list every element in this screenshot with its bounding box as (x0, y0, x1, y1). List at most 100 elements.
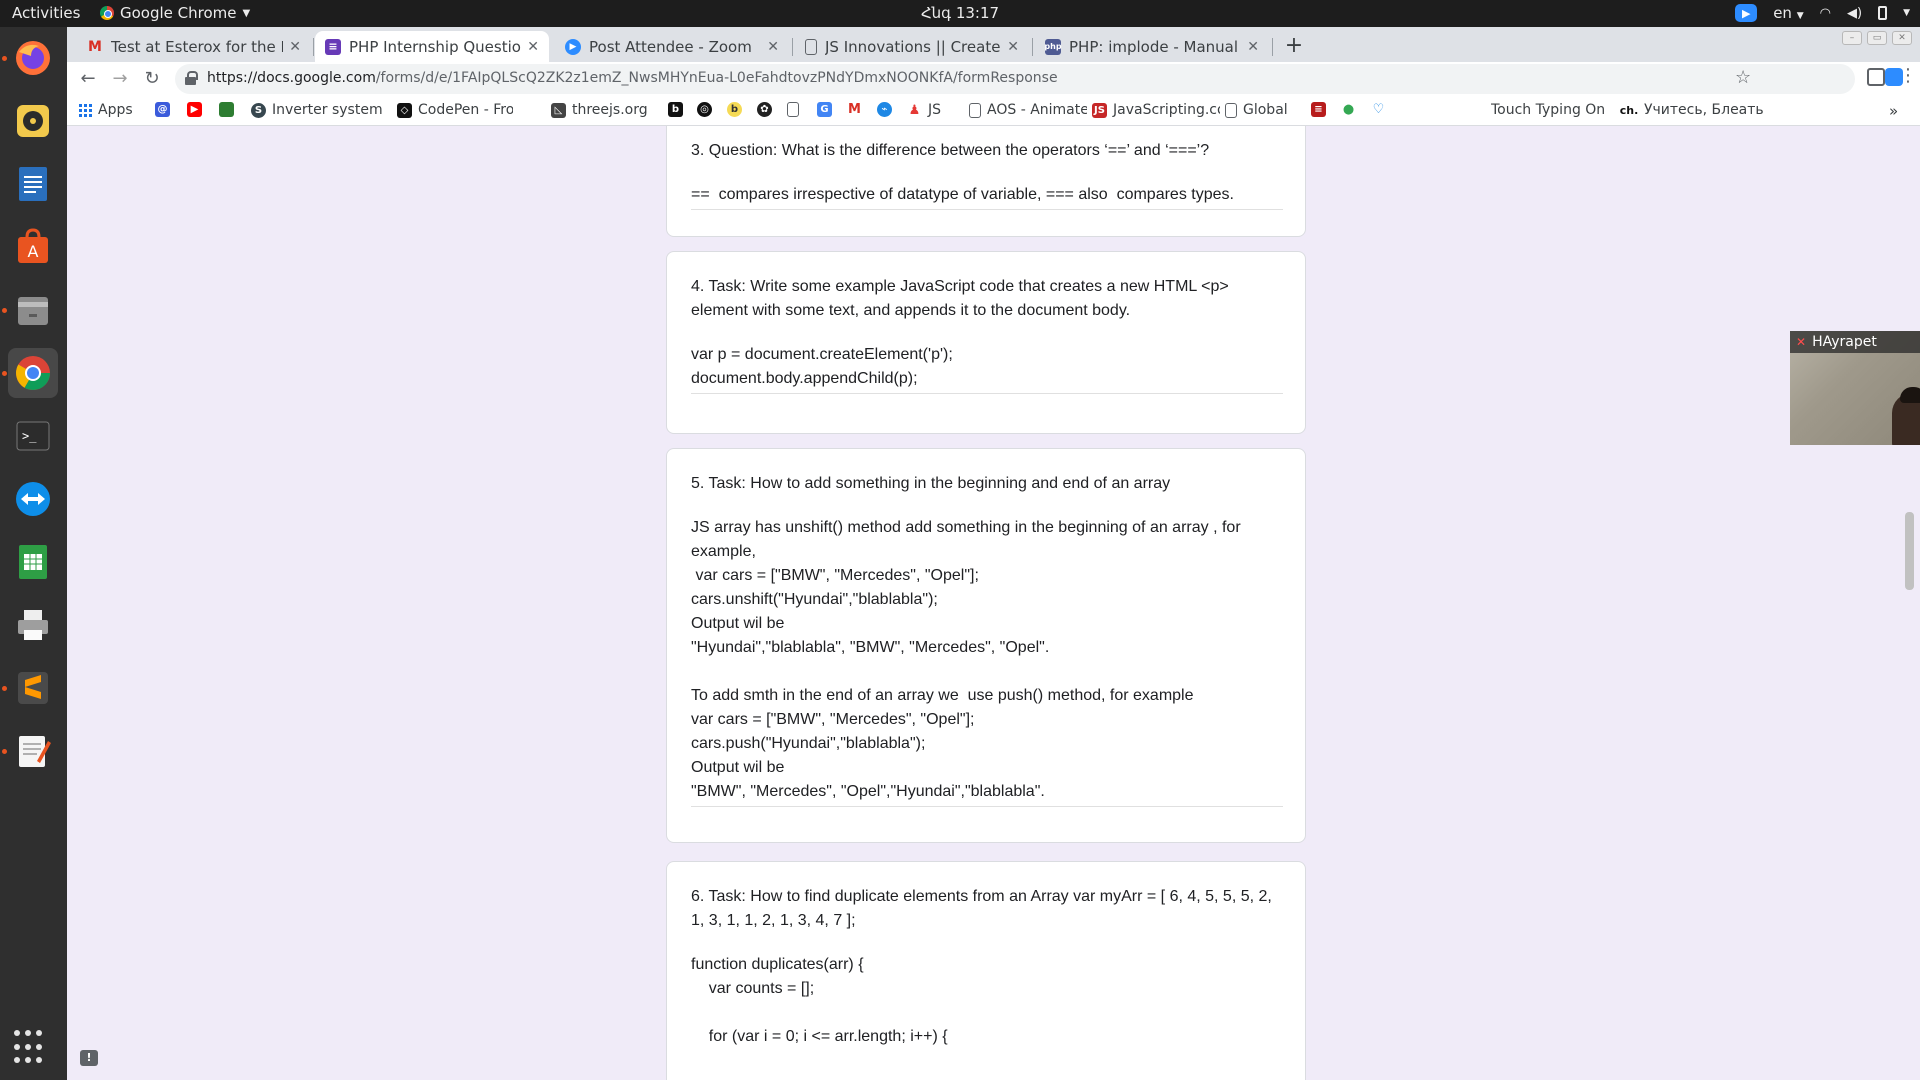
translate-icon: G (817, 102, 832, 117)
language-indicator[interactable]: en ▼ (1773, 4, 1803, 22)
volume-icon[interactable]: ◀) (1847, 6, 1862, 21)
bookmark-circle[interactable]: ◎ (697, 102, 712, 117)
question-title: 4. Task: Write some example JavaScript c… (691, 278, 1229, 319)
power-menu-chevron-icon[interactable]: ▼ (1903, 8, 1910, 18)
image-icon (219, 102, 234, 117)
wifi-icon[interactable]: ◠ (1820, 6, 1831, 21)
close-icon[interactable]: ✕ (767, 39, 779, 55)
bookmark-maps[interactable]: ● (1341, 102, 1356, 117)
bookmark-image[interactable] (219, 102, 234, 117)
new-tab-button[interactable]: + (1280, 32, 1308, 60)
bookmark-label: AOS - Animate o (987, 102, 1087, 118)
bookmark-page[interactable] (787, 102, 799, 117)
babel-icon: b (727, 102, 742, 117)
bookmark-babel[interactable]: b (727, 102, 742, 117)
running-indicator (2, 308, 7, 313)
system-tray[interactable]: ▶ en ▼ ◠ ◀) ▼ (1735, 4, 1910, 22)
bookmark-heart[interactable]: ♡ (1371, 102, 1386, 117)
url-text[interactable]: https://docs.google.com/forms/d/e/1FAIpQ… (207, 70, 1058, 86)
scrollbar-thumb[interactable] (1905, 512, 1914, 590)
tab-esterox-test[interactable]: M Test at Esterox for the Int ✕ (77, 31, 311, 62)
ubuntu-software-icon[interactable]: A (8, 222, 58, 272)
bookmark-red-square[interactable]: ≡ (1311, 102, 1326, 117)
clock[interactable]: Հնգ 13:17 (0, 4, 1920, 22)
answer-textarea[interactable]: function duplicates(arr) { var counts = … (691, 953, 1283, 1051)
files-icon[interactable] (8, 285, 58, 335)
firefox-icon[interactable] (8, 33, 58, 83)
answer-line: To add smth in the end of an array we us… (691, 687, 1194, 704)
text-editor-icon[interactable] (8, 726, 58, 776)
running-indicator (2, 56, 7, 61)
tab-php-implode[interactable]: php PHP: implode - Manual ✕ (1035, 31, 1269, 62)
libreoffice-writer-icon[interactable] (8, 159, 58, 209)
back-button[interactable]: ← (75, 66, 101, 92)
sublime-text-icon[interactable] (8, 663, 58, 713)
rhythmbox-icon[interactable] (8, 96, 58, 146)
bookmark-global[interactable]: Global (1225, 102, 1305, 118)
mic-muted-icon: ✕ (1796, 335, 1807, 349)
answer-line: example, (691, 543, 756, 560)
close-window-button[interactable]: ✕ (1892, 31, 1912, 45)
bookmark-js[interactable]: ♟ JS (907, 102, 965, 118)
bookmark-codepen[interactable]: ◇ CodePen - Front (397, 102, 513, 118)
bookmark-javascripting[interactable]: JS JavaScripting.co (1092, 102, 1220, 118)
forward-button[interactable]: → (107, 66, 133, 92)
question-title: 3. Question: What is the difference betw… (691, 142, 1210, 159)
bookmark-touch-typing[interactable]: Touch Typing On (1491, 102, 1611, 118)
bookmark-inverter-system[interactable]: S Inverter system (251, 102, 385, 118)
bookmarks-bar: Apps @ ▶ S Inverter system ◇ CodePen - F… (67, 96, 1920, 126)
tab-zoom-attendee[interactable]: ▶ Post Attendee - Zoom ✕ (555, 31, 789, 62)
show-applications-icon[interactable] (14, 1030, 50, 1066)
page-icon (805, 38, 817, 55)
maximize-button[interactable]: ▭ (1867, 31, 1887, 45)
teamviewer-icon[interactable] (8, 474, 58, 524)
bookmark-threejs[interactable]: ◺ threejs.org (551, 102, 661, 118)
threejs-icon: ◺ (551, 102, 566, 118)
report-feedback-icon[interactable]: ! (80, 1050, 98, 1066)
zoom-tray-icon[interactable]: ▶ (1735, 4, 1758, 22)
tab-js-innovations[interactable]: JS Innovations || Create M ✕ (795, 31, 1029, 62)
bookmark-youtube[interactable]: ▶ (187, 102, 202, 117)
libreoffice-calc-icon[interactable] (8, 537, 58, 587)
bookmark-openai[interactable]: ✿ (757, 102, 772, 117)
answer-textarea[interactable]: == compares irrespective of datatype of … (691, 183, 1283, 210)
b-icon: b (668, 102, 683, 117)
google-chrome-icon[interactable] (8, 348, 58, 398)
answer-line: "BMW", "Mercedes", "Opel","Hyundai","bla… (691, 783, 1045, 800)
answer-line: "Hyundai","blablabla", "BMW", "Mercedes"… (691, 639, 1050, 656)
answer-textarea[interactable]: var p = document.createElement('p'); docu… (691, 343, 1283, 394)
bookmark-blue-circle[interactable]: ⌁ (877, 102, 892, 117)
bookmark-b[interactable]: b (668, 102, 683, 117)
terminal-icon[interactable]: >_ (8, 411, 58, 461)
apps-grid-icon (79, 103, 92, 117)
tab-separator (1032, 38, 1033, 56)
bookmarks-overflow-chevron-icon[interactable]: » (1889, 102, 1898, 120)
bookmark-apps[interactable]: Apps (79, 102, 133, 118)
zoom-video-thumbnail[interactable]: ✕ HAyrapet (1790, 331, 1920, 445)
bookmark-star-icon[interactable]: ☆ (1735, 67, 1751, 88)
php-icon: php (1044, 38, 1062, 55)
printer-icon[interactable] (8, 600, 58, 650)
answer-line: == compares irrespective of datatype of … (691, 186, 1234, 203)
close-icon[interactable]: ✕ (1007, 39, 1019, 55)
bookmark-gmail[interactable]: M (847, 102, 862, 117)
reload-button[interactable]: ↻ (139, 66, 165, 92)
tab-php-internship[interactable]: ≡ PHP Internship Question ✕ (315, 31, 549, 62)
bookmark-uchites[interactable]: ch. Учитесь, Блеать (1620, 102, 1770, 118)
running-indicator (2, 371, 7, 376)
chrome-menu-icon[interactable]: ⋮ (1899, 65, 1917, 86)
battery-icon[interactable] (1878, 6, 1888, 20)
tab-strip: M Test at Esterox for the Int ✕ ≡ PHP In… (67, 27, 1920, 62)
answer-textarea[interactable]: JS array has unshift() method add someth… (691, 516, 1283, 807)
close-icon[interactable]: ✕ (1247, 39, 1259, 55)
lock-icon[interactable] (185, 71, 198, 85)
close-icon[interactable]: ✕ (289, 39, 301, 55)
close-icon[interactable]: ✕ (527, 39, 539, 55)
extension-icon[interactable] (1867, 68, 1885, 86)
bookmark-translate[interactable]: G (817, 102, 832, 117)
bookmark-aos[interactable]: AOS - Animate o (969, 102, 1087, 118)
bookmark-at[interactable]: @ (155, 102, 170, 117)
bookmark-label: Учитесь, Блеать (1644, 102, 1764, 118)
address-bar[interactable]: https://docs.google.com/forms/d/e/1FAIpQ… (175, 64, 1855, 94)
minimize-button[interactable]: – (1842, 31, 1862, 45)
